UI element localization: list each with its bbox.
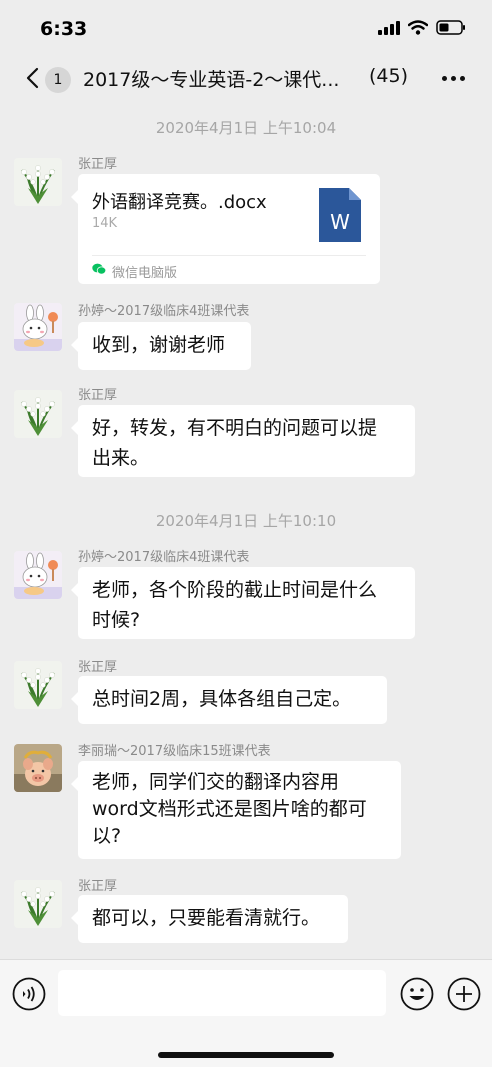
message-text-line: word文档形式还是图片啥的都可 <box>92 798 367 820</box>
message-text-line: 时候? <box>92 609 141 631</box>
message-text: 都可以，只要能看清就行。 <box>92 907 321 929</box>
sender-name: 张正厚 <box>78 660 118 675</box>
status-time: 6:33 <box>40 18 88 40</box>
file-message-card[interactable]: 外语翻译竞赛。.docx 14K W 微信电脑版 <box>71 174 380 284</box>
avatar-lily-of-the-valley[interactable] <box>14 390 62 438</box>
file-source-label: 微信电脑版 <box>112 266 178 281</box>
message-bubble[interactable]: 收到，谢谢老师 <box>71 322 251 370</box>
chat-header: 1 2017级～专业英语-2～课代... (45) <box>0 58 492 102</box>
wechat-pc-icon <box>92 263 106 275</box>
message-bubble[interactable]: 总时间2周，具体各组自己定。 <box>71 676 387 724</box>
file-size: 14K <box>92 216 118 231</box>
sender-name: 孙婷～2017级临床4班课代表 <box>78 304 250 319</box>
voice-input-icon[interactable] <box>12 977 46 1011</box>
sender-name: 张正厚 <box>78 157 118 172</box>
battery-icon <box>436 20 465 35</box>
unread-count-badge[interactable]: 1 <box>45 67 71 93</box>
wifi-icon <box>408 20 428 35</box>
message-bubble[interactable]: 老师，同学们交的翻译内容用 word文档形式还是图片啥的都可 以? <box>71 761 401 859</box>
plus-icon[interactable] <box>447 977 481 1011</box>
sender-name: 李丽瑞～2017级临床15班课代表 <box>78 744 271 759</box>
file-name: 外语翻译竞赛。.docx <box>92 192 267 213</box>
message-text-line: 好，转发，有不明白的问题可以提 <box>92 417 378 439</box>
message-bubble[interactable]: 好，转发，有不明白的问题可以提 出来。 <box>71 405 415 477</box>
avatar-bunny[interactable] <box>14 303 62 351</box>
message-timestamp: 2020年4月1日 上午10:10 <box>155 512 337 530</box>
message-input[interactable] <box>58 970 386 1016</box>
message-text: 总时间2周，具体各组自己定。 <box>92 688 352 710</box>
signal-icon <box>378 20 400 35</box>
message-text-line: 以? <box>92 825 122 847</box>
avatar-lily-of-the-valley[interactable] <box>14 880 62 928</box>
message-text-line: 老师，同学们交的翻译内容用 <box>92 771 340 793</box>
status-bar: 6:33 <box>0 0 492 58</box>
message-text: 收到，谢谢老师 <box>92 334 226 356</box>
message-bubble[interactable]: 都可以，只要能看清就行。 <box>71 895 348 943</box>
member-count: (45) <box>369 65 409 87</box>
sender-name: 孙婷～2017级临床4班课代表 <box>78 550 250 565</box>
message-bubble[interactable]: 老师，各个阶段的截止时间是什么 时候? <box>71 567 415 639</box>
file-card-divider <box>92 255 366 256</box>
word-icon-letter: W <box>330 210 350 234</box>
chat-input-bar <box>0 959 492 1067</box>
message-timestamp: 2020年4月1日 上午10:04 <box>155 119 337 137</box>
home-indicator <box>158 1052 334 1058</box>
avatar-bunny[interactable] <box>14 551 62 599</box>
avatar-pig[interactable] <box>14 744 62 792</box>
more-options-icon[interactable] <box>442 76 466 84</box>
message-text-line: 出来。 <box>92 447 150 469</box>
avatar-lily-of-the-valley[interactable] <box>14 158 62 206</box>
sender-name: 张正厚 <box>78 388 118 403</box>
avatar-lily-of-the-valley[interactable] <box>14 661 62 709</box>
sender-name: 张正厚 <box>78 879 118 894</box>
status-icons <box>378 20 466 35</box>
chat-title: 2017级～专业英语-2～课代... <box>83 69 340 91</box>
message-text-line: 老师，各个阶段的截止时间是什么 <box>92 579 378 601</box>
emoji-icon[interactable] <box>400 977 434 1011</box>
word-document-icon: W <box>319 188 361 242</box>
